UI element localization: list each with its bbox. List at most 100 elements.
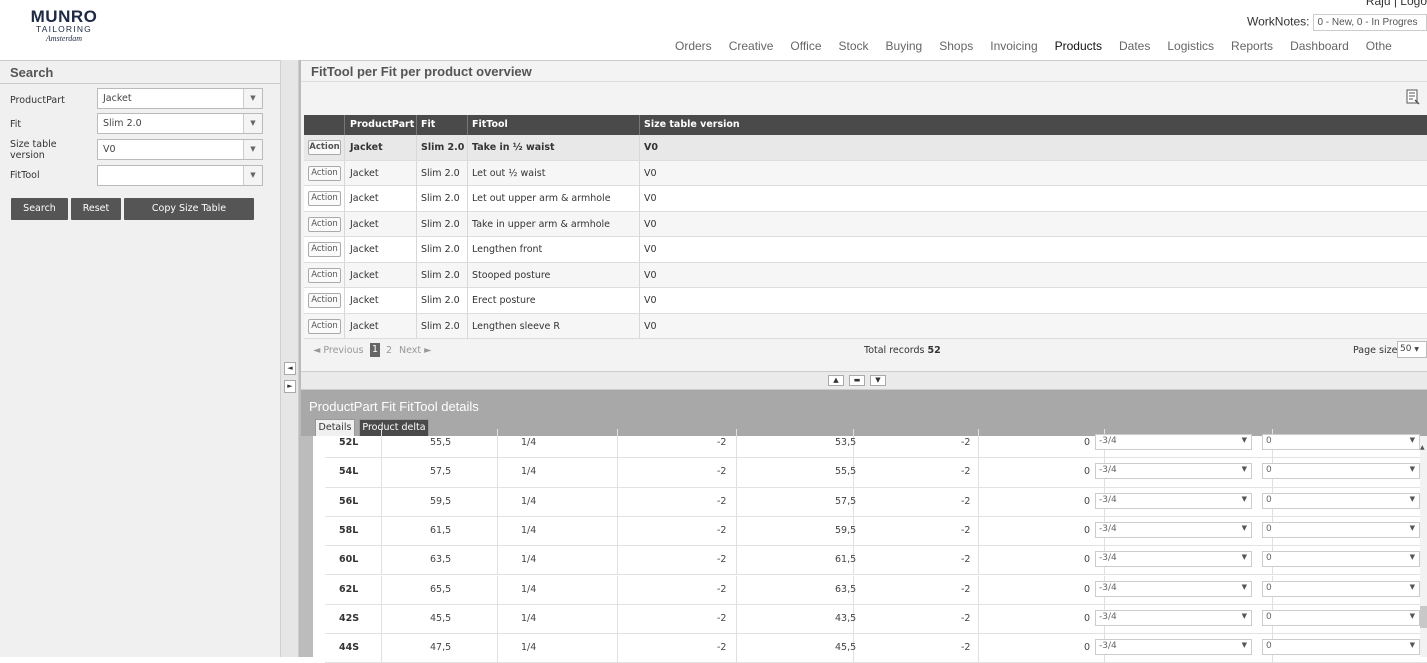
chevron-down-icon[interactable]: ▼ bbox=[1242, 465, 1247, 473]
table-row[interactable]: Action Jacket Slim 2.0 Let out ½ waist V0 bbox=[304, 160, 1427, 186]
table-row[interactable]: Action Jacket Slim 2.0 Take in upper arm & … bbox=[304, 211, 1427, 237]
delta-select[interactable]: 0 ▼ bbox=[1262, 551, 1420, 568]
delta-select[interactable]: -3/4 ▼ bbox=[1095, 639, 1252, 656]
action-button[interactable]: Action bbox=[308, 318, 341, 334]
total-records: Total records 52 bbox=[864, 345, 941, 356]
copy-size-table-button[interactable]: Copy Size Table bbox=[124, 198, 254, 220]
export-icon[interactable] bbox=[1405, 89, 1421, 105]
nav-item-office[interactable]: Office bbox=[790, 39, 821, 53]
chevron-down-icon[interactable]: ▼ bbox=[1410, 641, 1415, 649]
delta-select[interactable]: -3/4 ▼ bbox=[1095, 521, 1252, 538]
chevron-down-icon[interactable]: ▼ bbox=[1242, 583, 1247, 591]
table-row[interactable]: Action Jacket Slim 2.0 Let out upper arm & … bbox=[304, 186, 1427, 212]
chevron-down-icon[interactable]: ▼ bbox=[243, 89, 262, 108]
maximize-down-icon[interactable]: ▼ bbox=[870, 375, 886, 386]
delta-select[interactable]: 0 ▼ bbox=[1262, 492, 1420, 509]
action-button[interactable]: Action bbox=[308, 293, 341, 308]
nav-item-products[interactable]: Products bbox=[1055, 39, 1102, 53]
worknotes-field[interactable]: 0 - New, 0 - In Progres bbox=[1313, 14, 1427, 31]
chevron-down-icon[interactable]: ▼ bbox=[1242, 641, 1247, 649]
chevron-down-icon[interactable]: ▼ bbox=[1242, 524, 1247, 532]
nav-item-buying[interactable]: Buying bbox=[886, 39, 923, 53]
nav-item-orders[interactable]: Orders bbox=[675, 39, 712, 53]
productpart-select[interactable]: Jacket ▼ bbox=[97, 88, 263, 109]
chevron-down-icon[interactable]: ▼ bbox=[243, 140, 262, 159]
delta-select[interactable]: -3/4 ▼ bbox=[1095, 463, 1252, 480]
search-button[interactable]: Search bbox=[11, 198, 68, 220]
details-scrollbar[interactable]: ▲ bbox=[1420, 436, 1427, 657]
chevron-down-icon[interactable]: ▼ bbox=[243, 166, 262, 185]
chevron-down-icon[interactable]: ▼ bbox=[1410, 583, 1415, 591]
prev-page-link[interactable]: ◄ Previous bbox=[313, 345, 363, 356]
chevron-down-icon[interactable]: ▼ bbox=[1242, 436, 1247, 444]
nav-item-othe[interactable]: Othe bbox=[1366, 39, 1392, 53]
nav-item-creative[interactable]: Creative bbox=[729, 39, 774, 53]
table-row[interactable]: Action Jacket Slim 2.0 Lengthen sleeve R V0 bbox=[304, 313, 1427, 339]
delta-select[interactable]: -3/4 ▼ bbox=[1095, 609, 1252, 626]
action-button[interactable]: Action bbox=[308, 216, 341, 232]
cell-value: 1/4 bbox=[521, 554, 537, 566]
chevron-down-icon[interactable]: ▼ bbox=[1410, 465, 1415, 473]
action-button[interactable]: Action bbox=[308, 191, 341, 206]
fit-select[interactable]: Slim 2.0 ▼ bbox=[97, 113, 263, 134]
table-row[interactable]: Action Jacket Slim 2.0 Stooped posture V0 bbox=[304, 262, 1427, 288]
delta-select[interactable]: -3/4 ▼ bbox=[1095, 580, 1252, 597]
nav-item-stock[interactable]: Stock bbox=[839, 39, 869, 53]
chevron-down-icon[interactable]: ▼ bbox=[1410, 553, 1415, 561]
sidebar-splitter[interactable]: ◄ ► bbox=[281, 60, 299, 657]
page-1-button[interactable]: 1 bbox=[370, 343, 380, 357]
table-row[interactable]: Action Jacket Slim 2.0 Lengthen front V0 bbox=[304, 237, 1427, 263]
delta-select[interactable]: 0 ▼ bbox=[1262, 434, 1420, 450]
brand-logo[interactable]: MUNRO TAILORING Amsterdam bbox=[26, 8, 102, 44]
chevron-down-icon[interactable]: ▼ bbox=[1410, 612, 1415, 620]
nav-item-dashboard[interactable]: Dashboard bbox=[1290, 39, 1349, 53]
fittool-select[interactable]: ▼ bbox=[97, 165, 263, 186]
select-value: -3/4 bbox=[1099, 553, 1117, 564]
delta-select[interactable]: 0 ▼ bbox=[1262, 580, 1420, 597]
maximize-up-icon[interactable]: ▲ bbox=[828, 375, 844, 386]
delta-select[interactable]: 0 ▼ bbox=[1262, 639, 1420, 656]
expand-right-icon[interactable]: ► bbox=[284, 380, 296, 393]
chevron-down-icon[interactable]: ▼ bbox=[1410, 495, 1415, 503]
delta-select[interactable]: -3/4 ▼ bbox=[1095, 434, 1252, 450]
reset-button[interactable]: Reset bbox=[71, 198, 121, 220]
nav-item-invoicing[interactable]: Invoicing bbox=[990, 39, 1037, 53]
chevron-down-icon[interactable]: ▼ bbox=[243, 114, 262, 133]
delta-select[interactable]: 0 ▼ bbox=[1262, 521, 1420, 538]
restore-icon[interactable]: ▬ bbox=[849, 375, 865, 386]
table-row[interactable]: Action Jacket Slim 2.0 Take in ½ waist V0 bbox=[304, 135, 1427, 161]
action-button[interactable]: Action bbox=[308, 267, 341, 283]
nav-item-logistics[interactable]: Logistics bbox=[1167, 39, 1214, 53]
size-table-version-select[interactable]: V0 ▼ bbox=[97, 139, 263, 160]
col-fittool[interactable]: FitTool bbox=[472, 119, 508, 130]
delta-select[interactable]: 0 ▼ bbox=[1262, 463, 1420, 480]
divider bbox=[0, 83, 281, 84]
scroll-up-icon[interactable]: ▲ bbox=[1420, 444, 1425, 451]
chevron-down-icon[interactable]: ▼ bbox=[1410, 436, 1415, 444]
chevron-down-icon[interactable]: ▼ bbox=[1410, 524, 1415, 532]
delta-select[interactable]: 0 ▼ bbox=[1262, 609, 1420, 626]
select-value: -3/4 bbox=[1099, 582, 1117, 593]
nav-item-dates[interactable]: Dates bbox=[1119, 39, 1150, 53]
col-size-table-version[interactable]: Size table version bbox=[644, 119, 740, 130]
scrollbar-thumb[interactable] bbox=[1420, 606, 1427, 628]
page-size-select[interactable]: 50 ▼ bbox=[1397, 341, 1427, 358]
col-fit[interactable]: Fit bbox=[421, 119, 435, 130]
table-row[interactable]: Action Jacket Slim 2.0 Erect posture V0 bbox=[304, 288, 1427, 314]
action-button[interactable]: Action bbox=[308, 165, 341, 181]
action-button[interactable]: Action bbox=[308, 242, 341, 257]
delta-select[interactable]: -3/4 ▼ bbox=[1095, 551, 1252, 568]
user-logout-link[interactable]: Raju | Logo bbox=[1366, 0, 1427, 8]
panel-divider[interactable]: ▲ ▬ ▼ bbox=[301, 371, 1427, 390]
chevron-down-icon[interactable]: ▼ bbox=[1242, 612, 1247, 620]
nav-item-reports[interactable]: Reports bbox=[1231, 39, 1273, 53]
delta-select[interactable]: -3/4 ▼ bbox=[1095, 492, 1252, 509]
page-2-link[interactable]: 2 bbox=[386, 345, 392, 356]
col-productpart[interactable]: ProductPart bbox=[350, 119, 414, 130]
next-page-link[interactable]: Next ► bbox=[399, 345, 431, 356]
chevron-down-icon[interactable]: ▼ bbox=[1242, 553, 1247, 561]
chevron-down-icon[interactable]: ▼ bbox=[1242, 495, 1247, 503]
action-button[interactable]: Action bbox=[308, 140, 341, 155]
nav-item-shops[interactable]: Shops bbox=[939, 39, 973, 53]
collapse-left-icon[interactable]: ◄ bbox=[284, 362, 296, 375]
